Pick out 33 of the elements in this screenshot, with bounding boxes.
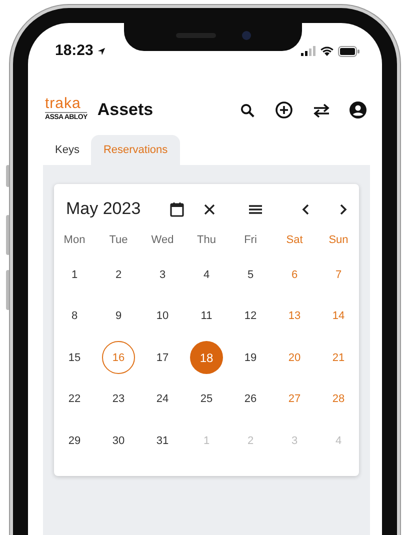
day-button[interactable]: 22 xyxy=(58,382,91,416)
weekday-label: Thu xyxy=(196,233,217,248)
weekday-label: Tue xyxy=(108,233,129,248)
day-button[interactable]: 8 xyxy=(58,300,91,333)
day-button[interactable]: 4 xyxy=(190,258,223,292)
status-time: 18:23 xyxy=(55,40,94,61)
day-button[interactable]: 1 xyxy=(58,258,91,292)
day-button[interactable]: 19 xyxy=(234,341,267,374)
day-button[interactable]: 18 xyxy=(190,341,223,374)
day-button[interactable]: 31 xyxy=(146,424,179,458)
day-button[interactable]: 11 xyxy=(190,300,223,333)
month-label: May 2023 xyxy=(66,198,141,220)
day-button[interactable]: 15 xyxy=(58,341,91,374)
day-button[interactable]: 24 xyxy=(146,382,179,416)
day-button[interactable]: 23 xyxy=(102,382,135,416)
weekday-label: Sun xyxy=(328,233,350,248)
day-button[interactable]: 30 xyxy=(102,424,135,458)
day-button[interactable]: 29 xyxy=(58,424,91,458)
day-button[interactable]: 10 xyxy=(146,300,179,333)
day-button[interactable]: 9 xyxy=(102,300,135,333)
day-button[interactable]: 25 xyxy=(190,382,223,416)
weekday-label: Sat xyxy=(285,233,304,248)
day-button[interactable]: 26 xyxy=(234,382,267,416)
tab[interactable]: Keys xyxy=(43,135,92,165)
weekday-label: Fri xyxy=(243,233,258,248)
day-button[interactable]: 12 xyxy=(234,300,267,333)
day-button[interactable]: 5 xyxy=(234,258,267,292)
day-button[interactable]: 2 xyxy=(102,258,135,292)
weekday-label: Wed xyxy=(150,233,175,248)
day-button[interactable]: 3 xyxy=(146,258,179,292)
day-button[interactable]: 17 xyxy=(146,341,179,374)
weekday-label: Mon xyxy=(62,233,86,248)
page-title: Assets xyxy=(97,99,154,122)
